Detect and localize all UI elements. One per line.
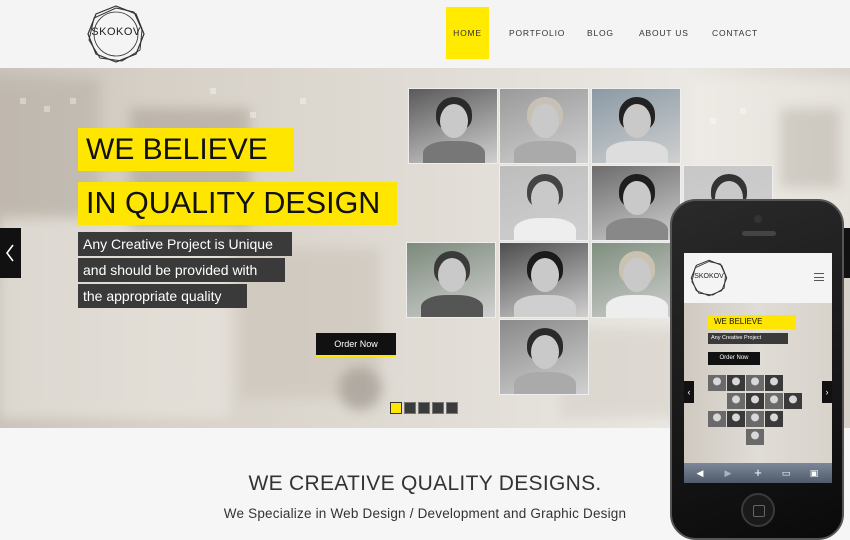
forward-icon: ▶ — [724, 468, 732, 478]
mobile-next-icon: › — [822, 381, 832, 403]
hero-subtext-line2: and should be provided with — [78, 258, 285, 282]
nav-portfolio[interactable]: PORTFOLIO — [509, 7, 565, 59]
logo-text: SKOKOV — [91, 26, 141, 38]
site-header: SKOKOV HOME PORTFOLIO BLOG ABOUT US CONT… — [0, 0, 850, 68]
page: SKOKOV HOME PORTFOLIO BLOG ABOUT US CONT… — [0, 0, 850, 540]
bookmarks-icon: ▭ — [781, 468, 791, 478]
mobile-headline: WE BELIEVE — [708, 315, 796, 329]
nav-contact[interactable]: CONTACT — [712, 7, 758, 59]
hero-headline-line1: WE BELIEVE — [78, 128, 294, 171]
phone-camera — [754, 215, 762, 223]
mobile-team-photo — [784, 393, 802, 409]
team-member-photo[interactable] — [499, 165, 589, 241]
mobile-header: SKOKOV — [684, 253, 832, 303]
nav-about-us[interactable]: ABOUT US — [639, 7, 689, 59]
mobile-team-photo — [708, 411, 726, 427]
slider-prev-button[interactable] — [0, 228, 21, 278]
team-member-photo[interactable] — [408, 88, 498, 164]
slider-dot[interactable] — [432, 402, 444, 414]
slider-dot[interactable] — [390, 402, 402, 414]
mobile-order-now-button: Order Now — [708, 352, 760, 365]
team-member-photo[interactable] — [499, 242, 589, 318]
mobile-logo: SKOKOV — [690, 259, 728, 297]
team-member-photo[interactable] — [591, 165, 681, 241]
mobile-browser-toolbar: ◀ ▶ + ▭ ▣ — [684, 463, 832, 483]
mobile-hero: WE BELIEVE Any Creative Project Order No… — [684, 303, 832, 463]
mobile-prev-icon: ‹ — [684, 381, 694, 403]
hamburger-menu-icon — [814, 273, 824, 281]
slider-next-button[interactable] — [843, 228, 850, 278]
add-icon: + — [754, 465, 762, 480]
order-now-button[interactable]: Order Now — [316, 333, 396, 357]
phone-screen: SKOKOV WE BELIEVE Any Creative Project O… — [684, 253, 832, 483]
mobile-team-photo — [727, 375, 745, 391]
mobile-team-photo — [746, 393, 764, 409]
phone-home-button — [741, 493, 775, 527]
logo[interactable]: SKOKOV — [86, 4, 146, 64]
team-member-photo[interactable] — [591, 88, 681, 164]
team-member-photo[interactable] — [591, 242, 681, 318]
hero-subtext-line3: the appropriate quality — [78, 284, 247, 308]
slider-dot[interactable] — [404, 402, 416, 414]
phone-mockup: SKOKOV WE BELIEVE Any Creative Project O… — [670, 199, 844, 540]
phone-speaker — [742, 231, 776, 236]
mobile-team-photo — [746, 375, 764, 391]
chevron-left-icon — [6, 244, 14, 262]
team-member-photo[interactable] — [499, 88, 589, 164]
mobile-team-photo — [746, 411, 764, 427]
mobile-team-photo — [765, 393, 783, 409]
nav-blog[interactable]: BLOG — [587, 7, 614, 59]
team-member-photo[interactable] — [499, 319, 589, 395]
mobile-subtext: Any Creative Project — [708, 333, 788, 344]
mobile-team-photo — [727, 411, 745, 427]
slider-dot[interactable] — [418, 402, 430, 414]
nav-home[interactable]: HOME — [446, 7, 489, 59]
mobile-logo-text: SKOKOV — [694, 273, 724, 280]
mobile-team-photo — [765, 375, 783, 391]
hero-subtext-line1: Any Creative Project is Unique — [78, 232, 292, 256]
hero-headline-line2: IN QUALITY DESIGN — [78, 182, 397, 225]
back-icon: ◀ — [696, 468, 704, 478]
tabs-icon: ▣ — [809, 468, 819, 478]
mobile-team-photo — [708, 375, 726, 391]
mobile-team-photo — [765, 411, 783, 427]
mobile-team-photo — [746, 429, 764, 445]
slider-dot[interactable] — [446, 402, 458, 414]
mobile-team-photo — [727, 393, 745, 409]
team-member-photo[interactable] — [406, 242, 496, 318]
